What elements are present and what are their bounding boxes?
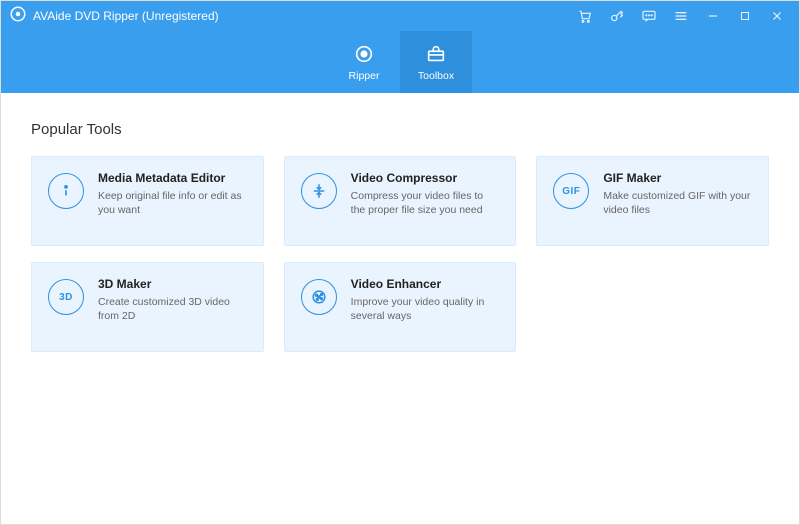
close-icon[interactable] bbox=[769, 8, 785, 24]
record-icon bbox=[352, 42, 376, 66]
content: Popular Tools Media Metadata Editor Keep… bbox=[1, 93, 799, 524]
tool-3d-maker[interactable]: 3D 3D Maker Create customized 3D video f… bbox=[31, 262, 264, 352]
tool-title: Video Enhancer bbox=[351, 277, 500, 291]
gif-icon: GIF bbox=[553, 173, 589, 209]
tool-desc: Compress your video files to the proper … bbox=[351, 189, 500, 217]
maximize-icon[interactable] bbox=[737, 8, 753, 24]
app-title: AVAide DVD Ripper (Unregistered) bbox=[33, 9, 219, 23]
tool-desc: Create customized 3D video from 2D bbox=[98, 295, 247, 323]
app-window: AVAide DVD Ripper (Unregistered) bbox=[0, 0, 800, 525]
3d-icon: 3D bbox=[48, 279, 84, 315]
app-logo-icon bbox=[9, 5, 27, 28]
tool-desc: Make customized GIF with your video file… bbox=[603, 189, 752, 217]
tool-title: GIF Maker bbox=[603, 171, 752, 185]
tool-title: Video Compressor bbox=[351, 171, 500, 185]
tool-text: Media Metadata Editor Keep original file… bbox=[98, 171, 247, 231]
titlebar-controls bbox=[577, 8, 791, 24]
tool-title: Media Metadata Editor bbox=[98, 171, 247, 185]
tool-text: Video Enhancer Improve your video qualit… bbox=[351, 277, 500, 337]
key-icon[interactable] bbox=[609, 8, 625, 24]
tab-toolbox[interactable]: Toolbox bbox=[400, 31, 472, 93]
tool-gif-maker[interactable]: GIF GIF Maker Make customized GIF with y… bbox=[536, 156, 769, 246]
tool-desc: Improve your video quality in several wa… bbox=[351, 295, 500, 323]
app-logo: AVAide DVD Ripper (Unregistered) bbox=[9, 5, 219, 28]
metadata-icon bbox=[48, 173, 84, 209]
tool-text: Video Compressor Compress your video fil… bbox=[351, 171, 500, 231]
tool-text: GIF Maker Make customized GIF with your … bbox=[603, 171, 752, 231]
tools-grid: Media Metadata Editor Keep original file… bbox=[31, 156, 769, 352]
compressor-icon bbox=[301, 173, 337, 209]
tool-title: 3D Maker bbox=[98, 277, 247, 291]
tool-video-compressor[interactable]: Video Compressor Compress your video fil… bbox=[284, 156, 517, 246]
feedback-icon[interactable] bbox=[641, 8, 657, 24]
header: AVAide DVD Ripper (Unregistered) bbox=[1, 1, 799, 93]
enhancer-icon bbox=[301, 279, 337, 315]
titlebar: AVAide DVD Ripper (Unregistered) bbox=[1, 1, 799, 31]
toolbox-icon bbox=[424, 42, 448, 66]
tool-desc: Keep original file info or edit as you w… bbox=[98, 189, 247, 217]
cart-icon[interactable] bbox=[577, 8, 593, 24]
tool-media-metadata-editor[interactable]: Media Metadata Editor Keep original file… bbox=[31, 156, 264, 246]
tool-text: 3D Maker Create customized 3D video from… bbox=[98, 277, 247, 337]
tab-ripper[interactable]: Ripper bbox=[328, 31, 400, 93]
tabs: Ripper Toolbox bbox=[1, 31, 799, 93]
minimize-icon[interactable] bbox=[705, 8, 721, 24]
menu-icon[interactable] bbox=[673, 8, 689, 24]
tab-ripper-label: Ripper bbox=[349, 70, 380, 82]
tab-toolbox-label: Toolbox bbox=[418, 70, 454, 82]
tool-video-enhancer[interactable]: Video Enhancer Improve your video qualit… bbox=[284, 262, 517, 352]
section-title: Popular Tools bbox=[31, 121, 769, 138]
